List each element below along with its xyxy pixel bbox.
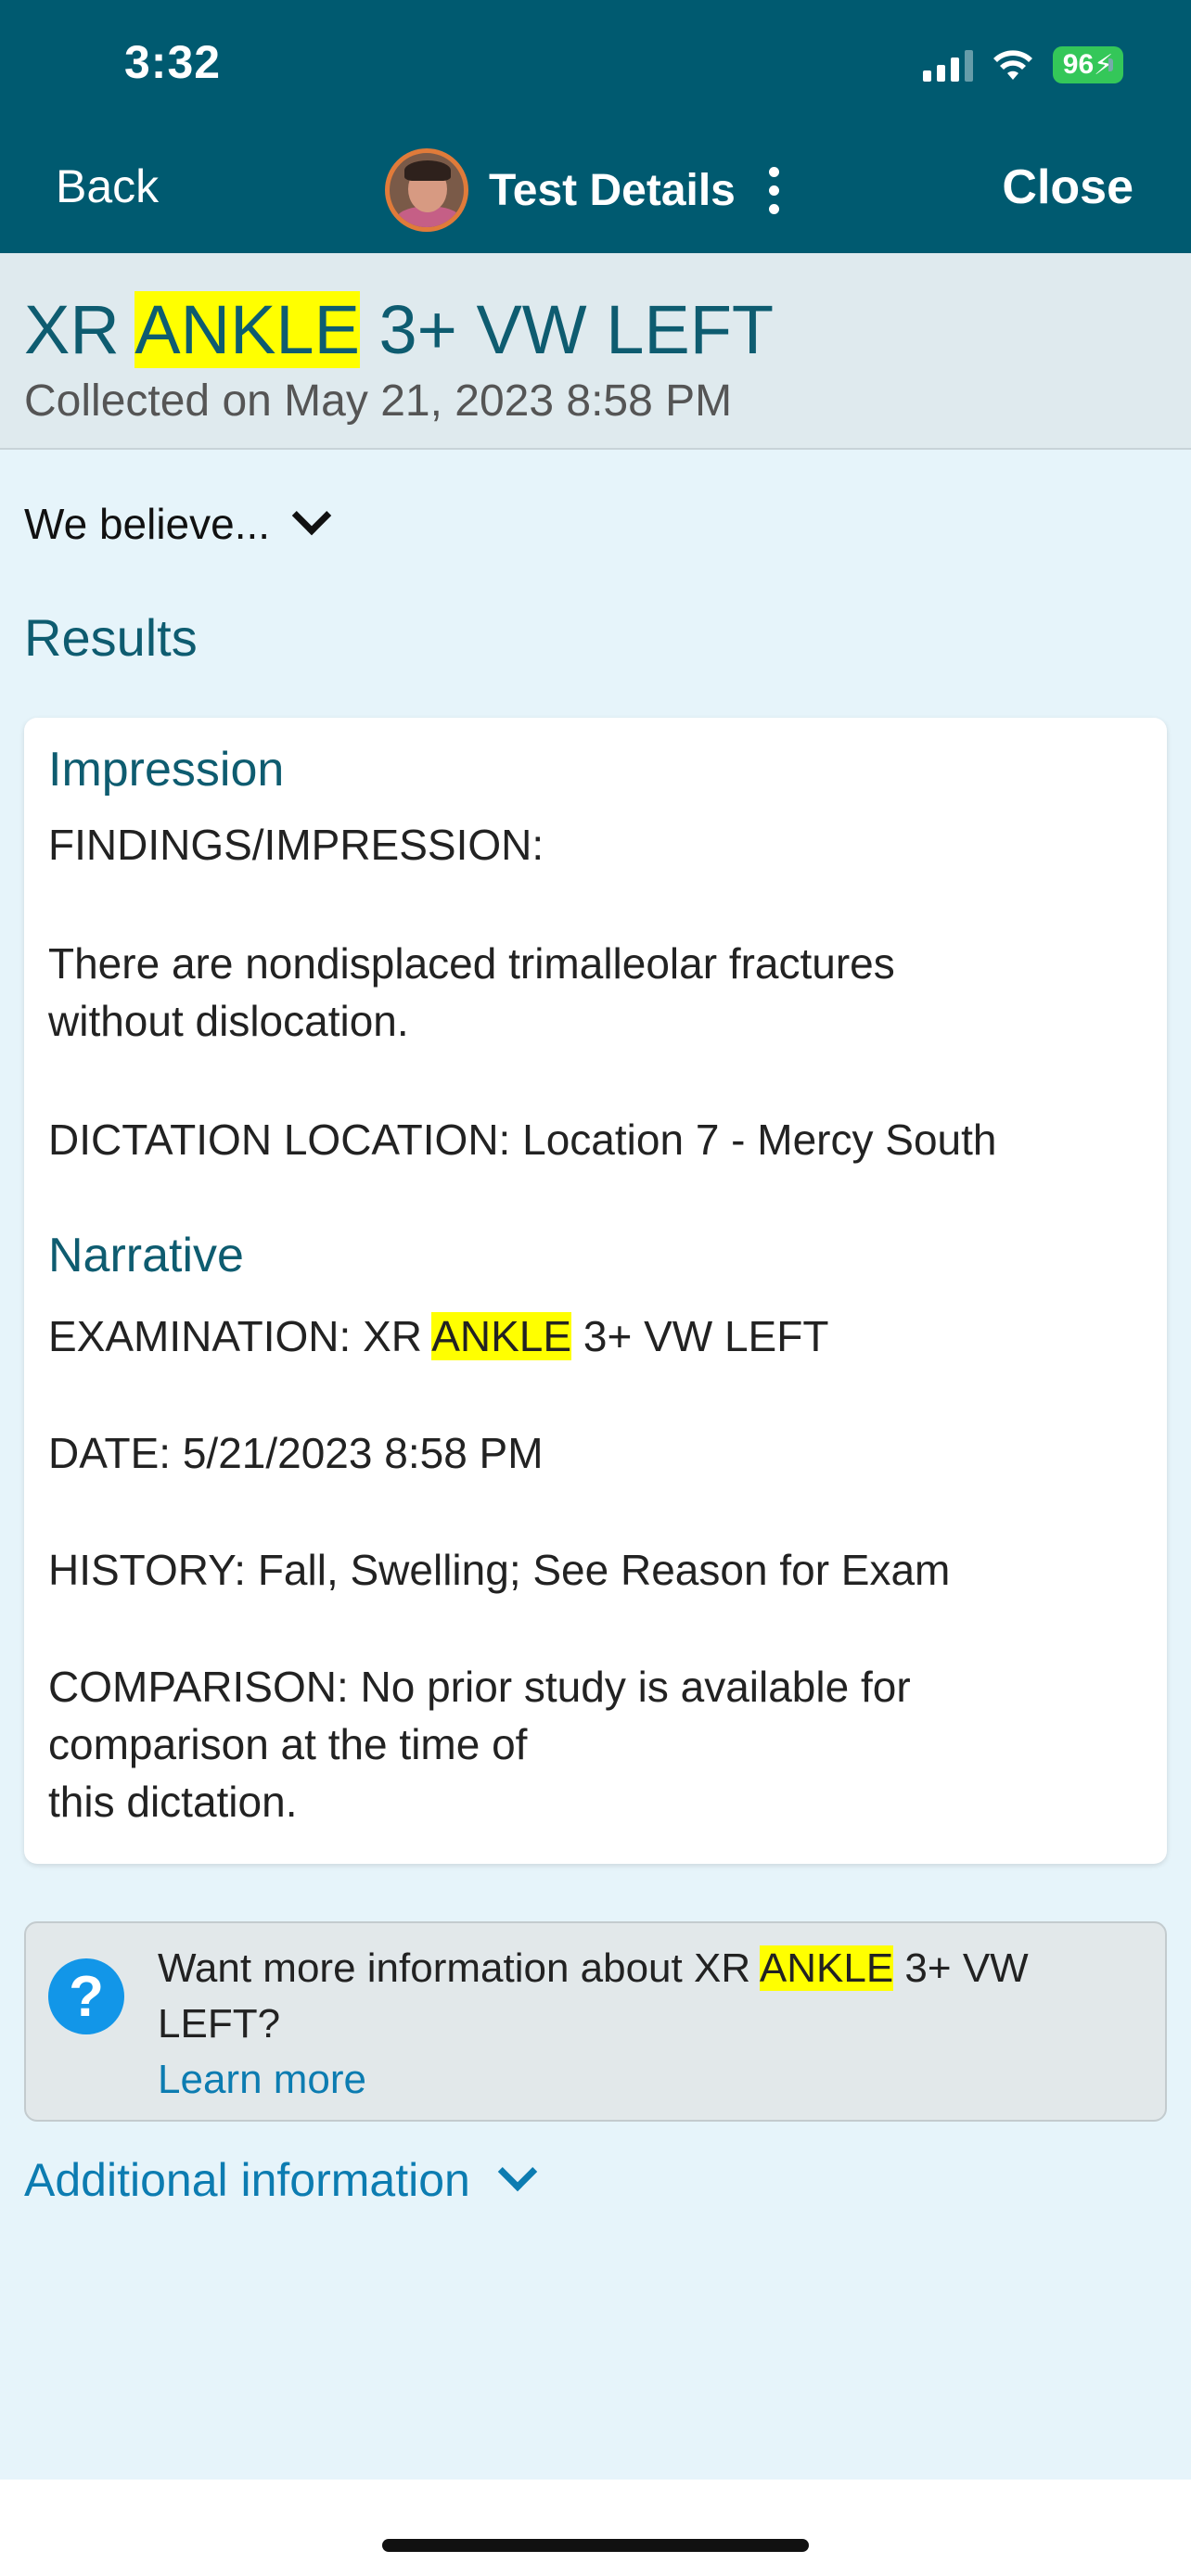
question-icon: ? (48, 1958, 124, 2034)
learn-more-link[interactable]: Learn more (158, 2057, 366, 2103)
test-title: XR ANKLE 3+ VW LEFT (24, 291, 775, 368)
results-card: Impression FINDINGS/IMPRESSION: There ar… (24, 718, 1167, 1864)
narrative-line: this dictation. (48, 1778, 298, 1826)
impression-line: FINDINGS/IMPRESSION: (48, 821, 544, 869)
chevron-down-icon (497, 2151, 538, 2192)
nav-title-group[interactable]: Test Details (385, 148, 779, 232)
back-button[interactable]: Back (56, 159, 159, 213)
additional-information-toggle[interactable]: Additional information (24, 2151, 538, 2207)
home-indicator[interactable] (382, 2539, 809, 2552)
narrative-heading: Narrative (48, 1229, 244, 1282)
more-info-text: Want more information about XR ANKLE 3+ … (158, 1945, 1029, 1991)
cellular-signal-icon (923, 48, 973, 82)
narrative-line: DATE: 5/21/2023 8:58 PM (48, 1429, 544, 1477)
impression-line: without dislocation. (48, 997, 409, 1045)
more-options-icon[interactable] (768, 166, 779, 214)
more-info-box: ? Want more information about XR ANKLE 3… (24, 1921, 1167, 2122)
chevron-down-icon (291, 495, 332, 536)
additional-information-label: Additional information (24, 2154, 470, 2206)
impression-line: There are nondisplaced trimalleolar frac… (48, 939, 895, 988)
page-title: Test Details (489, 165, 736, 215)
wifi-icon (993, 50, 1032, 80)
narrative-line: EXAMINATION: XR ANKLE 3+ VW LEFT (48, 1312, 829, 1360)
we-believe-toggle[interactable]: We believe... (24, 495, 332, 549)
status-time: 3:32 (124, 36, 222, 88)
collected-date: Collected on May 21, 2023 8:58 PM (24, 376, 733, 426)
home-indicator-area (0, 2480, 1191, 2576)
more-info-text-line2: LEFT? (158, 2001, 281, 2047)
impression-heading: Impression (48, 743, 285, 797)
avatar[interactable] (385, 148, 468, 232)
close-button[interactable]: Close (1002, 159, 1133, 215)
test-header: XR ANKLE 3+ VW LEFT Collected on May 21,… (0, 253, 1191, 450)
battery-level: 96 (1062, 49, 1095, 80)
narrative-line: comparison at the time of (48, 1720, 528, 1768)
status-icons: 96 ⚡ (923, 45, 1123, 85)
narrative-line: COMPARISON: No prior study is available … (48, 1663, 911, 1711)
results-heading: Results (24, 608, 198, 667)
impression-line: DICTATION LOCATION: Location 7 - Mercy S… (48, 1116, 997, 1164)
top-bar: 3:32 96 ⚡ Back Test Details Close (0, 0, 1191, 253)
narrative-line: HISTORY: Fall, Swelling; See Reason for … (48, 1546, 951, 1594)
we-believe-label: We believe... (24, 500, 271, 548)
